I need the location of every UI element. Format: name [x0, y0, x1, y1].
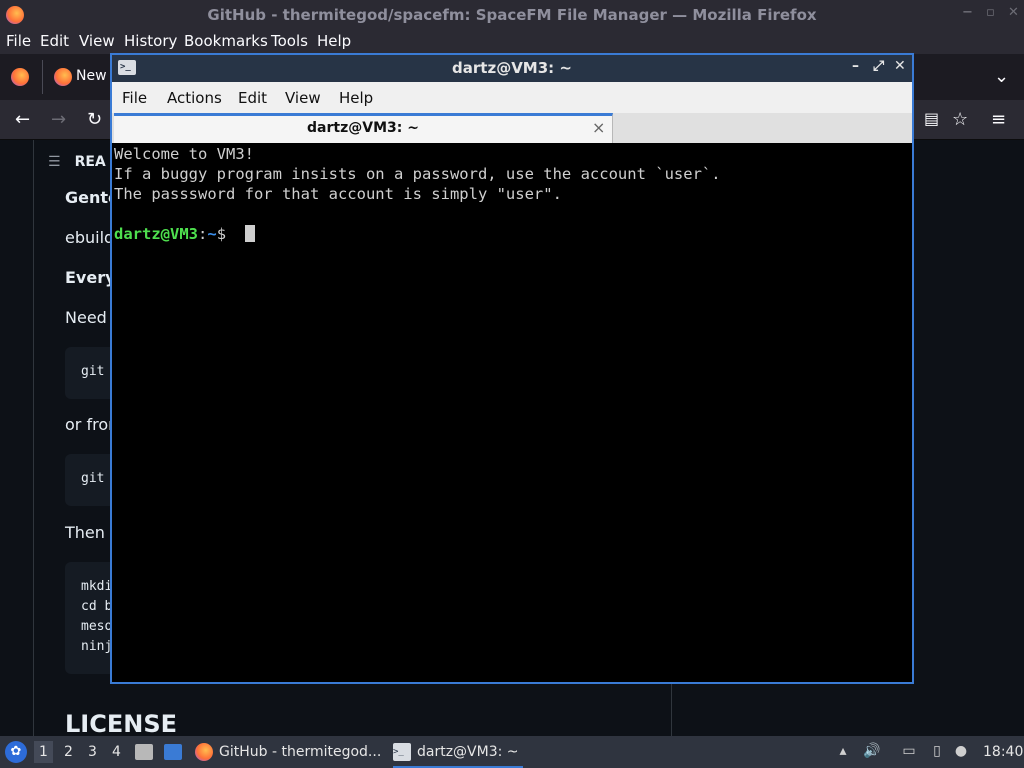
terminal-cursor	[245, 225, 255, 242]
menu-help[interactable]: Help	[339, 89, 373, 107]
forward-icon[interactable]: →	[51, 109, 66, 130]
workspace-2[interactable]: 2	[64, 744, 73, 760]
code-line: ninj	[81, 639, 113, 654]
code-line: git	[81, 364, 105, 379]
close-button[interactable]: ✕	[1008, 5, 1019, 20]
menu-edit[interactable]: Edit	[40, 32, 69, 50]
terminal-icon: >_	[393, 743, 411, 761]
terminal-tab[interactable]: dartz@VM3: ~ ×	[114, 113, 613, 143]
terminal-menubar: File Actions Edit View Help	[112, 82, 912, 113]
tab-favicon-icon	[54, 68, 72, 86]
close-button[interactable]: ✕	[894, 58, 906, 74]
notification-icon[interactable]: ●	[952, 743, 970, 761]
terminal-prompt: dartz@VM3:~$	[114, 225, 226, 243]
firefox-menubar: File Edit View History Bookmarks Tools H…	[0, 30, 1024, 54]
firefox-titlebar: GitHub - thermitegod/spacefm: SpaceFM Fi…	[0, 0, 1024, 30]
terminal-tab-title: dartz@VM3: ~	[307, 120, 419, 136]
prompt-colon: :	[198, 225, 208, 243]
task-terminal[interactable]: >_ dartz@VM3: ~	[393, 736, 523, 768]
terminal-window-title: dartz@VM3: ~	[452, 59, 572, 77]
volume-icon[interactable]: 🔊	[863, 743, 881, 761]
menu-view[interactable]: View	[285, 89, 321, 107]
file-manager-icon[interactable]	[135, 744, 153, 760]
maximize-button[interactable]: ⤢	[873, 58, 884, 74]
bookmark-star-icon[interactable]: ☆	[952, 109, 968, 130]
close-tab-icon[interactable]: ×	[592, 118, 605, 137]
menu-actions[interactable]: Actions	[167, 89, 222, 107]
menu-icon[interactable]: ≡	[991, 109, 1006, 130]
task-label: dartz@VM3: ~	[417, 744, 519, 760]
outline-icon[interactable]: ☰	[48, 154, 61, 170]
terminal-window[interactable]: >_ dartz@VM3: ~ – ⤢ ✕ File Actions Edit …	[110, 53, 914, 684]
start-menu-icon[interactable]: ✿	[5, 741, 27, 763]
terminal-tabbar: dartz@VM3: ~ ×	[112, 113, 912, 143]
task-label: GitHub - thermitegod...	[219, 744, 382, 760]
menu-file[interactable]: File	[122, 89, 147, 107]
license-heading: LICENSE	[65, 710, 177, 738]
clipboard-icon[interactable]: ▯	[928, 743, 946, 761]
readme-header[interactable]: ☰ REA	[48, 154, 106, 170]
code-line: git	[81, 471, 105, 486]
task-firefox[interactable]: GitHub - thermitegod...	[195, 736, 385, 768]
workspace-4[interactable]: 4	[112, 744, 121, 760]
reader-icon[interactable]: ▤	[924, 109, 939, 128]
tray-arrow-icon[interactable]: ▴	[834, 743, 852, 761]
terminal-line: If a buggy program insists on a password…	[114, 165, 721, 183]
prompt-user: dartz@VM3	[114, 225, 198, 243]
code-line: mkdi	[81, 579, 113, 594]
firefox-icon	[195, 743, 213, 761]
desktop: GitHub - thermitegod/spacefm: SpaceFM Fi…	[0, 0, 1024, 768]
maximize-button[interactable]: ▫	[986, 5, 995, 20]
readme-text: ebuild	[65, 228, 115, 247]
firefox-window-title: GitHub - thermitegod/spacefm: SpaceFM Fi…	[207, 6, 817, 24]
code-line: meso	[81, 619, 113, 634]
firefox-view-icon[interactable]	[11, 68, 29, 86]
prompt-symbol: $	[216, 225, 227, 243]
workspace-3[interactable]: 3	[88, 744, 97, 760]
list-all-tabs-icon[interactable]: ⌄	[994, 66, 1009, 87]
network-icon[interactable]: ▭	[900, 743, 918, 761]
menu-view[interactable]: View	[79, 32, 115, 50]
clock[interactable]: 18:40	[983, 744, 1023, 760]
menu-help[interactable]: Help	[317, 32, 351, 50]
minimize-button[interactable]: −	[962, 5, 973, 20]
code-line: cd b	[81, 599, 113, 614]
back-icon[interactable]: ←	[15, 109, 30, 130]
show-desktop-icon[interactable]	[164, 744, 182, 760]
prompt-path: ~	[207, 225, 217, 243]
workspace-1[interactable]: 1	[34, 741, 53, 763]
readme-title: REA	[74, 154, 106, 170]
terminal-titlebar[interactable]: >_ dartz@VM3: ~ – ⤢ ✕	[112, 55, 912, 82]
menu-file[interactable]: File	[6, 32, 31, 50]
minimize-button[interactable]: –	[852, 58, 859, 74]
terminal-output[interactable]: Welcome to VM3! If a buggy program insis…	[112, 143, 912, 682]
menu-edit[interactable]: Edit	[238, 89, 267, 107]
terminal-line: Welcome to VM3!	[114, 145, 254, 163]
tab-separator	[42, 60, 43, 94]
terminal-line: The passsword for that account is simply…	[114, 185, 562, 203]
menu-bookmarks[interactable]: Bookmarks	[184, 32, 268, 50]
taskbar: ✿ 1 2 3 4 GitHub - thermitegod... >_ dar…	[0, 736, 1024, 768]
reload-icon[interactable]: ↻	[87, 109, 102, 130]
divider	[33, 140, 34, 736]
menu-tools[interactable]: Tools	[271, 32, 308, 50]
tab-new[interactable]: New	[76, 68, 107, 84]
menu-history[interactable]: History	[124, 32, 177, 50]
